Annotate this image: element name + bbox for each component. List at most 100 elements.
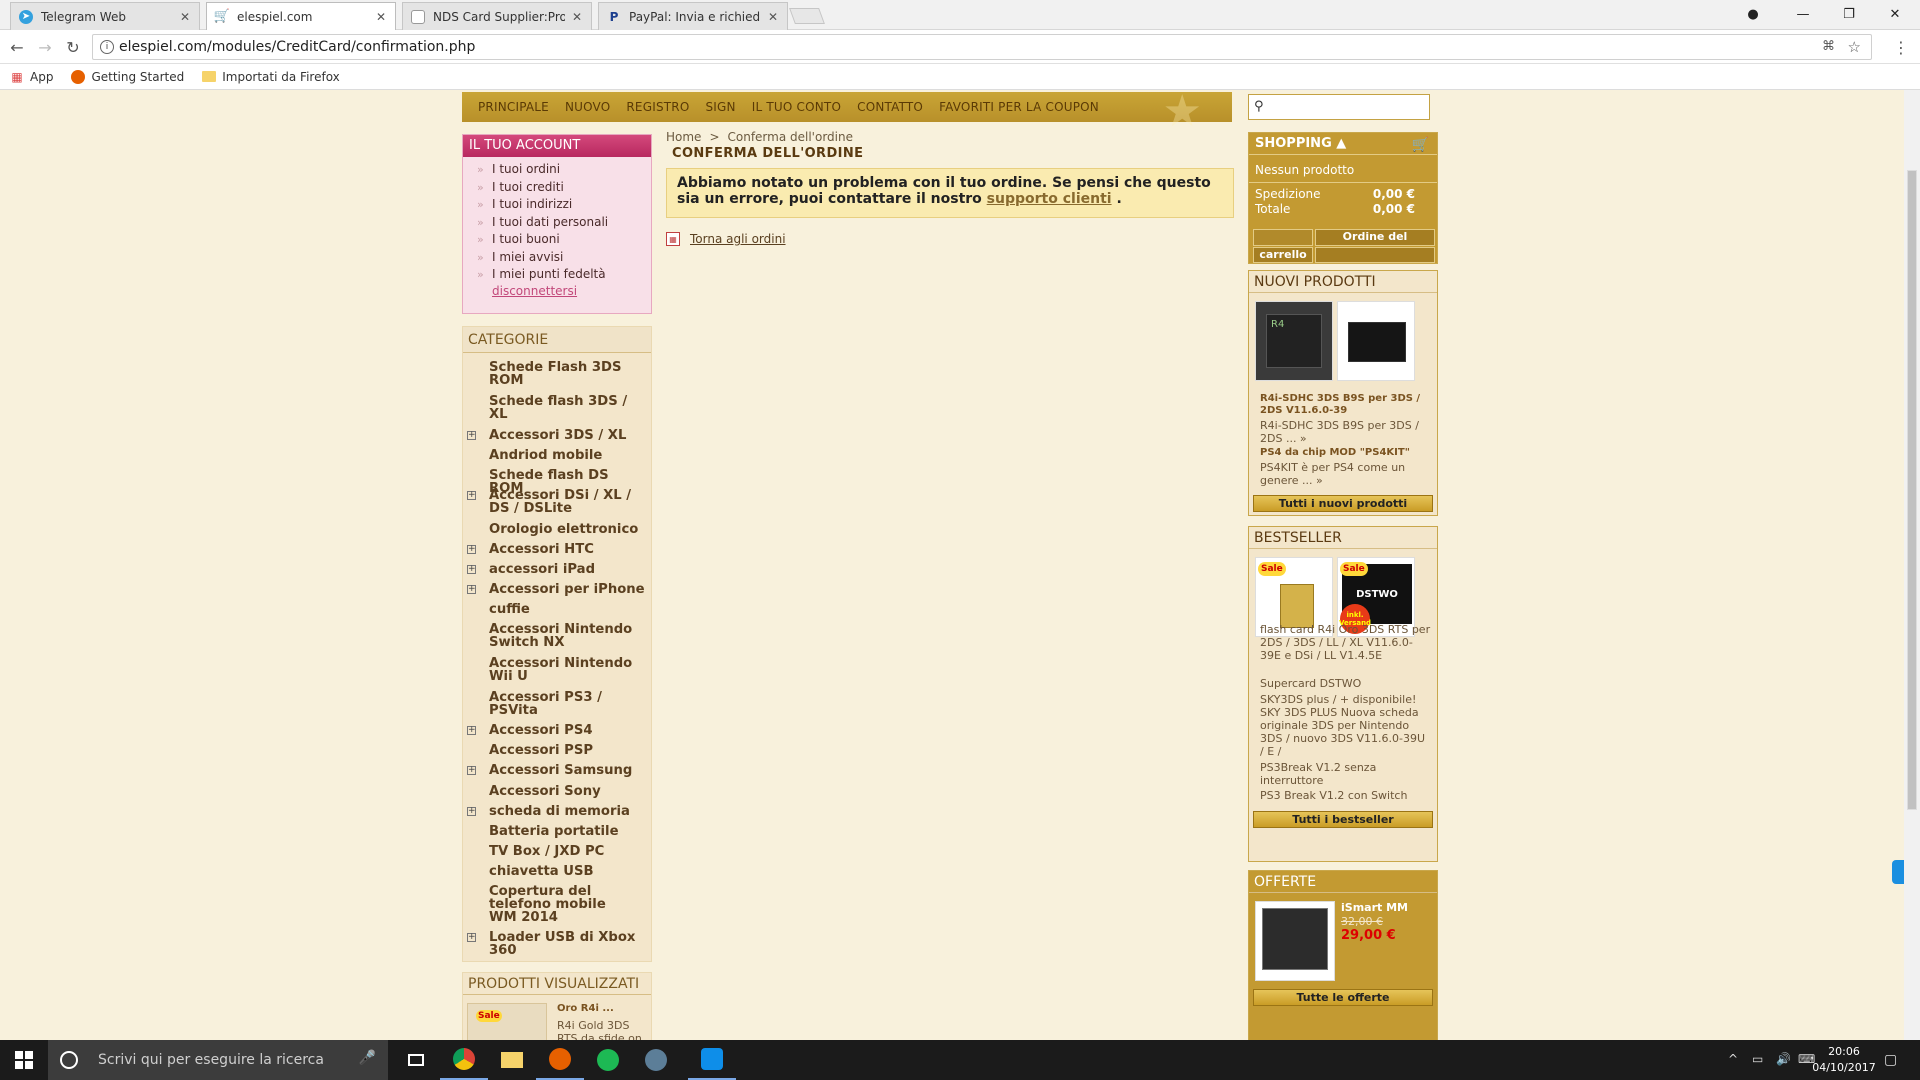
nav-principale[interactable]: PRINCIPALE: [478, 100, 549, 114]
close-window-button[interactable]: ✕: [1872, 0, 1918, 28]
new-product-title[interactable]: R4i-SDHC 3DS B9S per 3DS / 2DS V11.6.0-3…: [1260, 393, 1432, 417]
category-item[interactable]: + Accessori per iPhone: [467, 583, 647, 596]
bestseller-item[interactable]: Supercard DSTWO: [1260, 677, 1432, 690]
task-view-icon[interactable]: [392, 1040, 440, 1080]
menu-icon[interactable]: ⋮: [1890, 36, 1912, 58]
category-item[interactable]: Orologio elettronico: [467, 523, 647, 536]
product-thumbnail-ps4kit[interactable]: [1337, 301, 1415, 381]
file-explorer-icon[interactable]: [488, 1040, 536, 1080]
close-icon[interactable]: ✕: [179, 10, 191, 24]
viewed-item-title[interactable]: Oro R4i ...: [557, 1003, 614, 1014]
account-item-orders[interactable]: I tuoi ordini: [475, 161, 651, 179]
category-item[interactable]: + scheda di memoria: [467, 805, 647, 818]
restore-button[interactable]: ❐: [1826, 0, 1872, 28]
firefox-taskbar-icon[interactable]: [536, 1040, 584, 1080]
taskbar-search-input[interactable]: Scrivi qui per eseguire la ricerca 🎤: [48, 1040, 388, 1080]
steam-icon[interactable]: [632, 1040, 680, 1080]
back-arrow-icon[interactable]: ←: [6, 36, 28, 58]
teamviewer-icon[interactable]: [1892, 860, 1904, 884]
spotify-icon[interactable]: [584, 1040, 632, 1080]
offer-name[interactable]: iSmart MM: [1341, 901, 1408, 914]
chrome-icon[interactable]: [440, 1040, 488, 1080]
tab-telegram[interactable]: ➤ Telegram Web ✕: [10, 2, 200, 30]
expand-icon[interactable]: +: [467, 431, 476, 440]
account-item-personal-data[interactable]: I tuoi dati personali: [475, 214, 651, 232]
bookmark-apps[interactable]: ▦ App: [10, 70, 53, 84]
tab-elespiel[interactable]: 🛒 elespiel.com ✕: [206, 2, 396, 30]
close-icon[interactable]: ✕: [375, 10, 387, 24]
category-item[interactable]: Accessori Nintendo Switch NX: [467, 623, 647, 649]
bookmark-folder-firefox[interactable]: Importati da Firefox: [202, 70, 340, 84]
network-icon[interactable]: ▭: [1752, 1052, 1763, 1066]
category-item[interactable]: cuffie: [467, 603, 647, 616]
breadcrumb-home[interactable]: Home: [666, 130, 701, 144]
expand-icon[interactable]: +: [467, 565, 476, 574]
page-scrollbar[interactable]: [1904, 90, 1920, 1040]
bestseller-item[interactable]: PS3Break V1.2 senza interruttore: [1260, 761, 1432, 787]
category-item[interactable]: + accessori iPad: [467, 563, 647, 576]
expand-icon[interactable]: +: [467, 933, 476, 942]
translate-icon[interactable]: ⌘: [1822, 39, 1835, 54]
category-item[interactable]: Batteria portatile: [467, 825, 647, 838]
expand-icon[interactable]: +: [467, 545, 476, 554]
volume-icon[interactable]: 🔊: [1776, 1052, 1791, 1066]
cart-button[interactable]: carrello: [1253, 247, 1313, 263]
expand-icon[interactable]: +: [467, 807, 476, 816]
site-search-input[interactable]: ⚲: [1248, 94, 1430, 120]
close-icon[interactable]: ✕: [767, 10, 779, 24]
product-thumbnail-r4i[interactable]: R4: [1255, 301, 1333, 381]
nav-favoriti-coupon[interactable]: FAVORITI PER LA COUPON: [939, 100, 1099, 114]
windows-start-icon[interactable]: [0, 1040, 48, 1080]
bestseller-item[interactable]: SKY3DS plus / + disponibile! SKY 3DS PLU…: [1260, 693, 1432, 758]
expand-icon[interactable]: +: [467, 766, 476, 775]
bookmark-getting-started[interactable]: Getting Started: [71, 69, 184, 84]
category-item[interactable]: Accessori Sony: [467, 785, 647, 798]
category-item[interactable]: Schede Flash 3DS ROM: [467, 361, 647, 387]
category-item[interactable]: + Accessori 3DS / XL: [467, 429, 647, 442]
info-icon[interactable]: i: [100, 40, 114, 54]
category-item[interactable]: chiavetta USB: [467, 865, 647, 878]
account-item-vouchers[interactable]: I tuoi buoni: [475, 231, 651, 249]
bestseller-item[interactable]: PS3 Break V1.2 con Switch: [1260, 789, 1432, 802]
cart-button-top[interactable]: [1253, 229, 1313, 246]
nav-contatto[interactable]: CONTATTO: [857, 100, 923, 114]
category-item[interactable]: Schede flash 3DS / XL: [467, 395, 647, 421]
new-product-title[interactable]: PS4 da chip MOD "PS4KIT": [1260, 447, 1432, 459]
account-item-credits[interactable]: I tuoi crediti: [475, 179, 651, 197]
category-item[interactable]: + Accessori PS4: [467, 724, 647, 737]
logout-link[interactable]: disconnettersi: [463, 284, 651, 298]
category-item[interactable]: + Accessori Samsung: [467, 764, 647, 777]
support-link[interactable]: supporto clienti: [987, 191, 1112, 207]
notification-icon[interactable]: ▢: [1884, 1052, 1897, 1068]
product-thumbnail[interactable]: Sale: [467, 1003, 547, 1040]
account-item-loyalty[interactable]: I miei punti fedeltà: [475, 266, 651, 284]
account-item-addresses[interactable]: I tuoi indirizzi: [475, 196, 651, 214]
all-offers-button[interactable]: Tutte le offerte: [1253, 989, 1433, 1006]
category-item[interactable]: + Accessori HTC: [467, 543, 647, 556]
close-icon[interactable]: ✕: [571, 10, 583, 24]
category-item[interactable]: TV Box / JXD PC: [467, 845, 647, 858]
search-icon[interactable]: ⚲: [1254, 99, 1264, 114]
category-item[interactable]: Andriod mobile: [467, 449, 647, 462]
tab-paypal[interactable]: P PayPal: Invia e richiedi ✕: [598, 2, 788, 30]
shopping-header[interactable]: SHOPPING ▲ 🛒: [1249, 133, 1437, 155]
nav-sign[interactable]: SIGN: [705, 100, 735, 114]
all-new-products-button[interactable]: Tutti i nuovi prodotti: [1253, 495, 1433, 512]
system-clock[interactable]: 20:06 04/10/2017: [1812, 1044, 1876, 1076]
minimize-button[interactable]: —: [1780, 0, 1826, 28]
url-input[interactable]: i elespiel.com/modules/CreditCard/confir…: [92, 34, 1872, 60]
order-button[interactable]: Ordine del: [1315, 229, 1435, 246]
scrollbar-thumb[interactable]: [1907, 170, 1917, 810]
nav-registro[interactable]: REGISTRO: [626, 100, 689, 114]
account-item-alerts[interactable]: I miei avvisi: [475, 249, 651, 267]
star-icon[interactable]: ☆: [1848, 38, 1861, 56]
expand-icon[interactable]: +: [467, 585, 476, 594]
category-item[interactable]: + Loader USB di Xbox 360: [467, 931, 637, 957]
tab-nds-card[interactable]: NDS Card Supplier:Profe ✕: [402, 2, 592, 30]
offer-thumbnail[interactable]: [1255, 901, 1335, 981]
back-to-orders-link[interactable]: ▦ Torna agli ordini: [666, 232, 786, 246]
nav-il-tuo-conto[interactable]: IL TUO CONTO: [752, 100, 841, 114]
category-item[interactable]: Accessori Nintendo Wii U: [467, 657, 647, 683]
order-button-bottom[interactable]: [1315, 247, 1435, 263]
teamviewer-taskbar-icon[interactable]: [688, 1040, 736, 1080]
